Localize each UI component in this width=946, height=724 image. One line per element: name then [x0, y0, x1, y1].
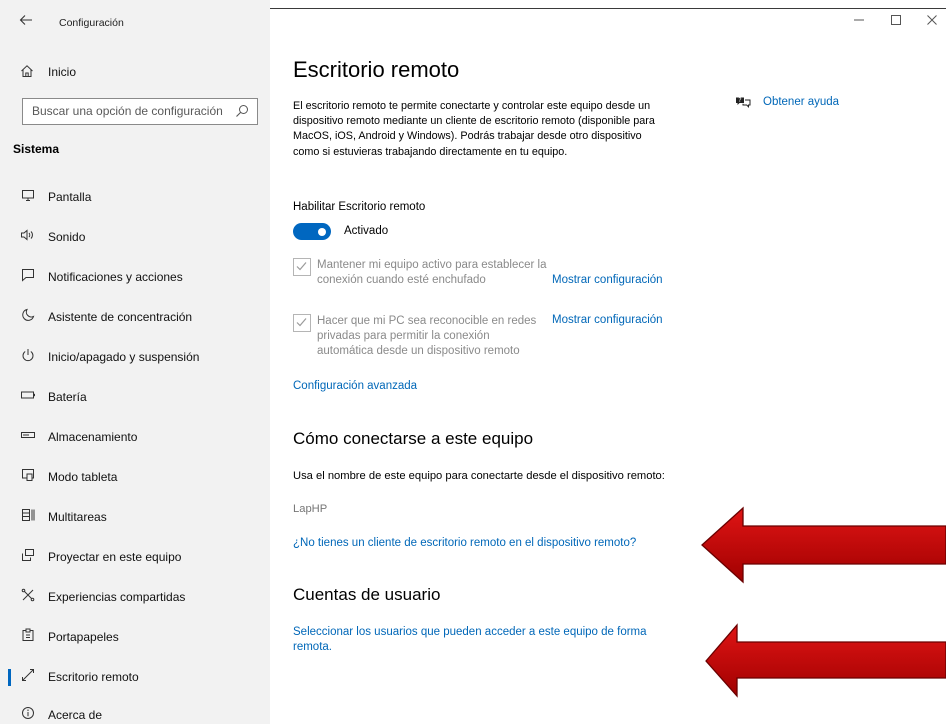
sidebar-item-label: Portapapeles — [48, 630, 119, 644]
app-title: Configuración — [59, 17, 124, 29]
sidebar-item-acerca-de[interactable]: Acerca de — [0, 699, 270, 724]
speaker-icon — [19, 228, 37, 246]
sidebar-item-label: Experiencias compartidas — [48, 590, 186, 604]
enable-remote-toggle[interactable] — [293, 223, 331, 240]
checkmark-icon — [296, 318, 307, 327]
sidebar-item-label: Proyectar en este equipo — [48, 550, 182, 564]
notification-icon — [19, 268, 37, 286]
window-top-border — [270, 8, 946, 9]
sidebar-item-multitareas[interactable]: Multitareas — [0, 501, 270, 533]
select-users-link[interactable]: Seleccionar los usuarios que pueden acce… — [293, 625, 663, 655]
clipboard-icon — [19, 628, 37, 646]
keep-awake-text: Mantener mi equipo activo para establece… — [317, 259, 547, 287]
info-icon — [19, 706, 37, 724]
minimize-button[interactable] — [849, 14, 869, 30]
keep-awake-checkbox[interactable] — [293, 258, 311, 276]
sidebar-item-sonido[interactable]: Sonido — [0, 221, 270, 253]
sidebar-item-label: Asistente de concentración — [48, 310, 193, 324]
sidebar-item-escritorio-remoto[interactable]: Escritorio remoto — [0, 661, 270, 693]
sidebar-item-label: Sonido — [48, 230, 86, 244]
moon-icon — [19, 308, 37, 326]
project-icon — [19, 548, 37, 566]
sidebar-item-proyectar[interactable]: Proyectar en este equipo — [0, 541, 270, 573]
close-icon — [927, 15, 937, 25]
monitor-icon — [19, 188, 37, 206]
sidebar-item-label: Inicio — [48, 65, 77, 79]
help-chat-icon: ? — [736, 97, 751, 109]
sidebar-item-label: Pantalla — [48, 190, 92, 204]
sidebar-item-asistente[interactable]: Asistente de concentración — [0, 301, 270, 333]
sidebar: Configuración Inicio Sistema Pantalla So… — [0, 0, 270, 724]
page-title: Escritorio remoto — [293, 57, 460, 82]
section-label: Sistema — [13, 142, 60, 156]
remote-desktop-icon — [19, 668, 37, 686]
sidebar-item-modo-tableta[interactable]: Modo tableta — [0, 461, 270, 493]
user-accounts-title: Cuentas de usuario — [293, 585, 441, 604]
minimize-icon — [854, 19, 864, 21]
get-help-label: Obtener ayuda — [763, 96, 840, 108]
annotation-arrow-2 — [705, 623, 946, 698]
sidebar-item-label: Notificaciones y acciones — [48, 270, 183, 284]
sidebar-item-label: Batería — [48, 390, 87, 404]
no-client-link[interactable]: ¿No tienes un cliente de escritorio remo… — [293, 537, 636, 549]
sidebar-item-notificaciones[interactable]: Notificaciones y acciones — [0, 261, 270, 293]
back-button[interactable] — [17, 13, 35, 31]
advanced-settings-link[interactable]: Configuración avanzada — [293, 380, 417, 392]
sidebar-item-pantalla[interactable]: Pantalla — [0, 181, 270, 213]
page-description: El escritorio remoto te permite conectar… — [293, 100, 655, 158]
connect-section-title: Cómo conectarse a este equipo — [293, 429, 534, 448]
home-icon — [18, 64, 36, 82]
title-bar: Configuración — [0, 0, 270, 48]
sidebar-item-experiencias[interactable]: Experiencias compartidas — [0, 581, 270, 613]
search-icon — [236, 105, 248, 117]
sidebar-item-home[interactable]: Inicio — [0, 58, 270, 86]
search-box[interactable] — [22, 98, 258, 125]
discoverable-text: Hacer que mi PC sea reconocible en redes… — [317, 315, 537, 358]
annotation-arrow-1 — [701, 506, 946, 584]
tablet-icon — [19, 468, 37, 486]
checkmark-icon — [296, 262, 307, 271]
sidebar-item-bateria[interactable]: Batería — [0, 381, 270, 413]
svg-text:?: ? — [738, 97, 741, 104]
storage-icon — [19, 428, 37, 446]
sidebar-item-label: Almacenamiento — [48, 430, 138, 444]
sidebar-item-label: Acerca de — [48, 708, 103, 722]
show-settings-link-2[interactable]: Mostrar configuración — [552, 314, 663, 326]
connect-description: Usa el nombre de este equipo para conect… — [293, 470, 665, 482]
power-icon — [19, 348, 37, 366]
toggle-knob — [318, 227, 326, 236]
discoverable-checkbox[interactable] — [293, 314, 311, 332]
pc-name: LapHP — [293, 503, 328, 515]
arrow-left-icon — [19, 15, 32, 25]
sidebar-item-label: Modo tableta — [48, 470, 118, 484]
enable-remote-label: Habilitar Escritorio remoto — [293, 201, 426, 213]
toggle-state-label: Activado — [344, 225, 389, 237]
sidebar-item-inicio-apagado[interactable]: Inicio/apagado y suspensión — [0, 341, 270, 373]
maximize-button[interactable] — [886, 14, 906, 30]
sidebar-item-portapapeles[interactable]: Portapapeles — [0, 621, 270, 653]
sidebar-item-label: Escritorio remoto — [48, 670, 139, 684]
selected-indicator — [8, 669, 11, 686]
sidebar-item-label: Inicio/apagado y suspensión — [48, 350, 200, 364]
multitask-icon — [19, 508, 37, 526]
search-input[interactable] — [23, 99, 232, 123]
maximize-icon — [891, 15, 901, 25]
sidebar-item-label: Multitareas — [48, 510, 107, 524]
battery-icon — [19, 388, 37, 406]
close-button[interactable] — [922, 14, 942, 30]
sidebar-item-almacenamiento[interactable]: Almacenamiento — [0, 421, 270, 453]
show-settings-link-1[interactable]: Mostrar configuración — [552, 274, 663, 286]
shared-icon — [19, 588, 37, 606]
